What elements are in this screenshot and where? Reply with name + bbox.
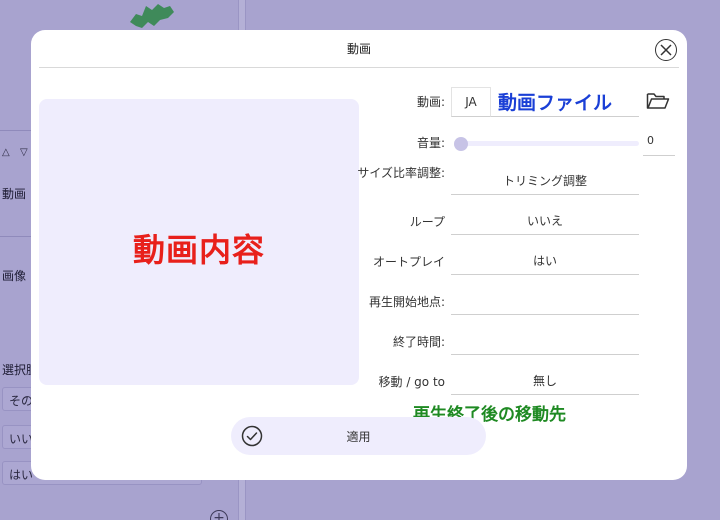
end-time-input[interactable]	[451, 329, 639, 355]
folder-open-icon	[646, 93, 670, 109]
video-label: 動画:	[416, 95, 445, 109]
autoplay-select[interactable]: はい	[451, 249, 639, 275]
loop-label: ループ	[409, 215, 445, 229]
move-down-icon[interactable]: ▽	[20, 147, 28, 158]
volume-value-input[interactable]: 0	[643, 134, 675, 156]
panel-label-image: 画像	[2, 269, 27, 283]
apply-button[interactable]: 適用	[231, 417, 486, 455]
preview-annotation: 動画内容	[132, 231, 265, 269]
size-ratio-label: サイズ比率調整:	[357, 166, 445, 180]
move-up-icon[interactable]: △	[2, 147, 10, 158]
language-toggle-button[interactable]: JA	[451, 87, 491, 117]
start-point-input[interactable]	[451, 289, 639, 315]
dialog-title: 動画	[346, 42, 371, 56]
browse-folder-button[interactable]	[646, 91, 670, 111]
autoplay-label: オートプレイ	[372, 255, 445, 269]
goto-select[interactable]: 無し	[451, 369, 639, 395]
start-point-label: 再生開始地点:	[368, 295, 445, 309]
volume-slider-track[interactable]	[461, 141, 639, 146]
video-file-annotation: 動画ファイル	[498, 92, 613, 114]
video-settings-dialog: 動画 動画内容 動画: JA 動画ファイル 音量: 0 サイズ比率調整: トリミ…	[31, 30, 687, 480]
dialog-divider	[39, 67, 679, 68]
apply-label: 適用	[346, 430, 371, 444]
goto-label: 移動 / go to	[378, 375, 446, 389]
loop-select[interactable]: いいえ	[451, 209, 639, 235]
panel-label-video: 動画	[2, 187, 27, 201]
end-time-label: 終了時間:	[392, 335, 445, 349]
size-ratio-select[interactable]: トリミング調整	[451, 169, 639, 195]
volume-label: 音量:	[416, 136, 445, 150]
video-preview: 動画内容	[39, 99, 359, 385]
volume-slider-thumb[interactable]	[454, 137, 468, 151]
hokkaido-map-shape	[130, 4, 174, 28]
close-icon	[660, 44, 672, 56]
close-button[interactable]	[655, 39, 677, 61]
